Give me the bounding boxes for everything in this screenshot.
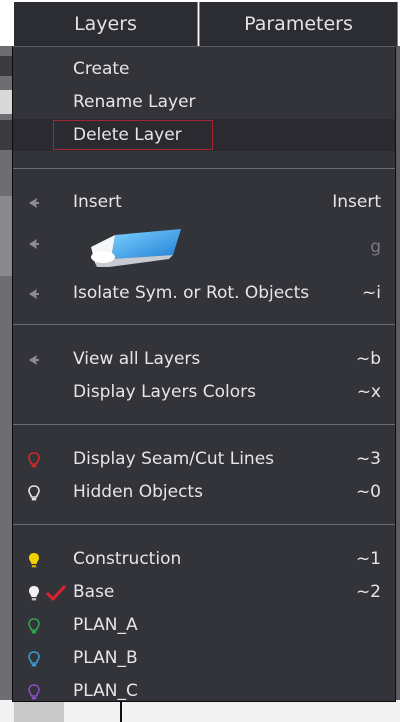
menu-item-display-layers-colors[interactable]: Display Layers Colors ~x <box>13 376 395 408</box>
menu-item-shortcut: ~i <box>362 283 381 303</box>
menu-item-label: Base <box>73 582 115 602</box>
menu-separator <box>13 524 395 525</box>
arrow-left-icon <box>29 239 39 249</box>
layer-item-construction[interactable]: Construction ~1 <box>13 543 395 575</box>
menu-item-shortcut: ~b <box>355 349 381 369</box>
menu-item-label: PLAN_C <box>73 681 138 701</box>
menu-item-shortcut: ~x <box>356 382 381 402</box>
menu-item-label: Construction <box>73 549 182 569</box>
menu-item-label: Insert <box>73 192 122 212</box>
menu-item-isolate[interactable]: Isolate Sym. or Rot. Objects ~i <box>13 277 395 309</box>
menu-item-label: Delete Layer <box>73 125 182 145</box>
menu-item-label: PLAN_A <box>73 615 138 635</box>
layer-item-plan-b[interactable]: PLAN_B <box>13 642 395 674</box>
menu-item-label: Display Layers Colors <box>73 382 256 402</box>
layer-item-plan-a[interactable]: PLAN_A <box>13 609 395 641</box>
layer-item-plan-c[interactable]: PLAN_C <box>13 675 395 707</box>
menu-item-shortcut: ~0 <box>355 482 381 502</box>
lightbulb-outline-blue-icon <box>28 651 40 667</box>
tab-parameters[interactable]: Parameters <box>199 2 398 46</box>
arrow-left-icon <box>29 289 39 299</box>
menu-item-rename-layer[interactable]: Rename Layer <box>13 86 395 118</box>
tab-layers[interactable]: Layers <box>14 2 198 46</box>
checkmark-icon <box>45 584 67 602</box>
lightbulb-outline-red-icon <box>28 452 40 468</box>
layer-item-base[interactable]: Base ~2 <box>13 576 395 608</box>
menu-item-shortcut: ~2 <box>355 582 381 602</box>
menu-item-shortcut: g <box>370 237 381 257</box>
arrow-left-icon <box>29 355 39 365</box>
menu-item-shortcut: ~1 <box>355 549 381 569</box>
menu-item-label: Display Seam/Cut Lines <box>73 449 275 469</box>
lightbulb-outline-green-icon <box>28 618 40 634</box>
menu-separator <box>13 324 395 325</box>
arrow-left-icon <box>29 198 39 208</box>
menu-item-shortcut: Insert <box>332 192 381 212</box>
menu-item-insert[interactable]: Insert Insert <box>13 186 395 218</box>
menu-item-create[interactable]: Create <box>13 53 395 85</box>
layers-context-menu: Create Rename Layer Delete Layer Insert … <box>12 46 396 702</box>
eraser-icon <box>91 229 181 267</box>
menu-item-label: Rename Layer <box>73 92 196 112</box>
menu-item-label: Hidden Objects <box>73 482 203 502</box>
lightbulb-outline-white-icon <box>28 485 40 501</box>
lightbulb-white-icon <box>29 586 39 601</box>
menu-item-label: View all Layers <box>73 349 201 369</box>
menu-item-display-seam-cut-lines[interactable]: Display Seam/Cut Lines ~3 <box>13 443 395 475</box>
lightbulb-outline-purple-icon <box>28 684 40 700</box>
menu-item-eraser[interactable]: g <box>13 225 395 269</box>
menu-item-label: Isolate Sym. or Rot. Objects <box>73 283 310 303</box>
menu-item-shortcut: ~3 <box>355 449 381 469</box>
lightbulb-yellow-icon <box>29 553 39 568</box>
menu-item-hidden-objects[interactable]: Hidden Objects ~0 <box>13 476 395 508</box>
menu-separator <box>13 424 395 425</box>
menu-item-delete-layer[interactable]: Delete Layer <box>13 119 395 151</box>
tab-bar: Layers Parameters <box>0 0 400 46</box>
menu-separator <box>13 168 395 169</box>
menu-item-label: PLAN_B <box>73 648 138 668</box>
menu-item-label: Create <box>73 59 130 79</box>
menu-item-view-all-layers[interactable]: View all Layers ~b <box>13 343 395 375</box>
